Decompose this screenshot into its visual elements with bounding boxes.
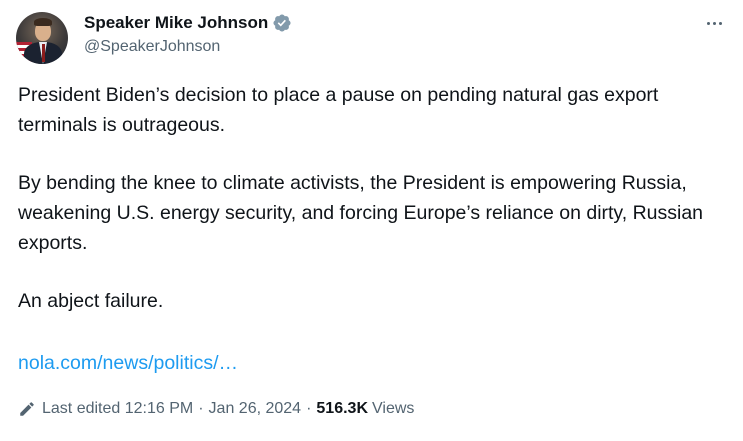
author-name-row: Speaker Mike Johnson	[84, 13, 292, 33]
views-count[interactable]: 516.3K	[316, 400, 368, 418]
tweet-paragraph: An abject failure.	[18, 290, 164, 312]
author-handle[interactable]: @SpeakerJohnson	[84, 38, 220, 56]
article-link[interactable]: nola.com/news/politics/…	[18, 348, 238, 378]
tweet-meta: Last edited 12:16 PM · Jan 26, 2024 · 51…	[18, 400, 414, 418]
tweet-text: President Biden’s decision to place a pa…	[18, 80, 728, 316]
tweet-paragraph: By bending the knee to climate activists…	[18, 172, 704, 254]
views-label: Views	[372, 400, 415, 417]
meta-separator: ·	[198, 400, 204, 417]
pencil-edit-icon[interactable]	[18, 400, 36, 418]
avatar[interactable]	[16, 12, 68, 64]
meta-separator: ·	[306, 400, 312, 417]
author-display-name[interactable]: Speaker Mike Johnson	[84, 13, 268, 33]
tweet-card: Speaker Mike Johnson @SpeakerJohnson Pre…	[0, 0, 743, 441]
last-edited-label[interactable]: Last edited	[42, 400, 120, 418]
more-options-icon[interactable]	[701, 14, 727, 32]
tweet-date[interactable]: Jan 26, 2024	[209, 400, 302, 418]
tweet-paragraph: President Biden’s decision to place a pa…	[18, 84, 659, 136]
tweet-time[interactable]: 12:16 PM	[125, 400, 193, 418]
verified-badge-icon[interactable]	[272, 13, 292, 33]
